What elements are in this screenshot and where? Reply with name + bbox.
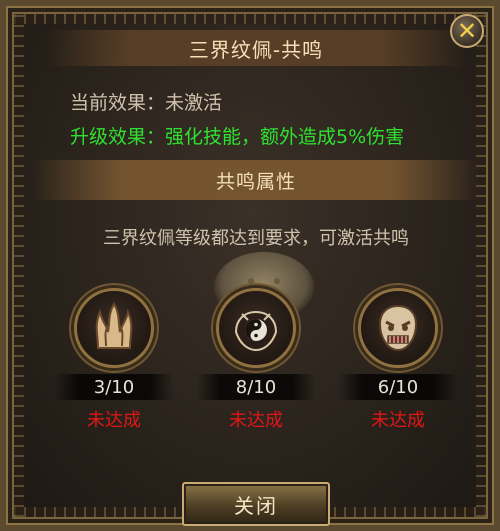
resonance-dialog: 三界纹佩-共鸣 ✕ 当前效果：未激活 升级效果：强化技能，额外造成5%伤害 共鸣…	[0, 0, 500, 531]
watermark-eye-right	[274, 278, 280, 284]
emblem-level: 6/10	[338, 374, 458, 400]
watermark-eye-left	[248, 278, 254, 284]
emblem-status: 未达成	[371, 410, 425, 431]
close-button[interactable]: 关闭	[182, 482, 330, 526]
section-title: 共鸣属性	[215, 170, 296, 193]
flame-emblem-icon	[74, 288, 154, 368]
border-pattern-right	[476, 14, 486, 517]
close-x-button[interactable]: ✕	[450, 14, 484, 48]
yin-yang-emblem-icon	[216, 288, 296, 368]
current-effect-text: 当前效果：未激活	[70, 92, 223, 114]
close-button-label: 关闭	[234, 493, 278, 518]
section-header: 共鸣属性	[32, 160, 480, 200]
dialog-title: 三界纹佩-共鸣	[46, 30, 466, 66]
emblem-status: 未达成	[229, 410, 283, 431]
border-pattern-left	[14, 14, 24, 517]
close-icon: ✕	[456, 17, 478, 45]
emblem-status: 未达成	[87, 410, 141, 431]
dialog-title-text: 三界纹佩-共鸣	[188, 37, 324, 62]
demon-mask-icon	[358, 288, 438, 368]
resonance-description: 三界纹佩等级都达到要求，可激活共鸣	[103, 228, 409, 249]
emblem-level: 3/10	[54, 374, 174, 400]
emblem-list: 3/10 未达成 8/10 未达成 6/10 未达成	[6, 288, 500, 438]
upgrade-effect-text: 升级效果：强化技能，额外造成5%伤害	[70, 126, 405, 148]
emblem-level: 8/10	[196, 374, 316, 400]
border-pattern-top	[14, 14, 486, 24]
